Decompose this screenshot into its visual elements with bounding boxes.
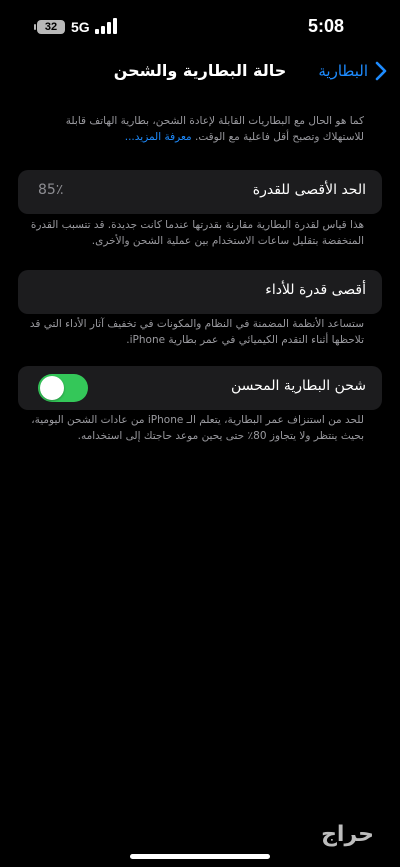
back-button-label: البطارية [318,62,368,80]
peak-performance-description: ستساعد الأنظمة المضمنة في النظام والمكون… [29,318,364,346]
max-capacity-description: هذا قياس لقدرة البطارية مقارنة بقدرتها ع… [30,219,364,247]
peak-performance-row: أقصى قدرة للأداء [18,270,382,314]
network-type: 5G [71,19,90,35]
intro-text: كما هو الحال مع البطاريات القابلة لإعادة… [65,115,364,143]
battery-icon: 32 [34,20,65,34]
learn-more-link[interactable]: معرفة المزيد... [125,131,192,143]
status-bar: 32 5G 5:08 [0,0,400,52]
optimized-charging-description: للحد من استنزاف عمر البطارية، يتعلم الـ … [31,414,364,442]
signal-strength-icon [95,18,117,34]
toggle-knob [40,376,64,400]
back-button[interactable]: البطارية [318,61,388,81]
navigation-bar: حالة البطارية والشحن البطارية [0,52,400,96]
status-time: 5:08 [307,16,344,36]
chevron-right-icon [375,61,387,81]
optimized-charging-row: شحن البطارية المحسن [18,366,382,410]
max-capacity-row: الحد الأقصى للقدرة 85٪ [18,170,382,214]
optimized-charging-label: شحن البطارية المحسن [230,378,366,394]
peak-performance-label: أقصى قدرة للأداء [265,282,366,298]
max-capacity-value: 85٪ [38,182,64,198]
optimized-charging-toggle[interactable] [38,374,88,402]
haraj-watermark: حراج [321,822,374,847]
home-indicator[interactable] [130,854,270,859]
max-capacity-label: الحد الأقصى للقدرة [252,182,366,198]
intro-description: كما هو الحال مع البطاريات القابلة لإعادة… [28,113,364,145]
